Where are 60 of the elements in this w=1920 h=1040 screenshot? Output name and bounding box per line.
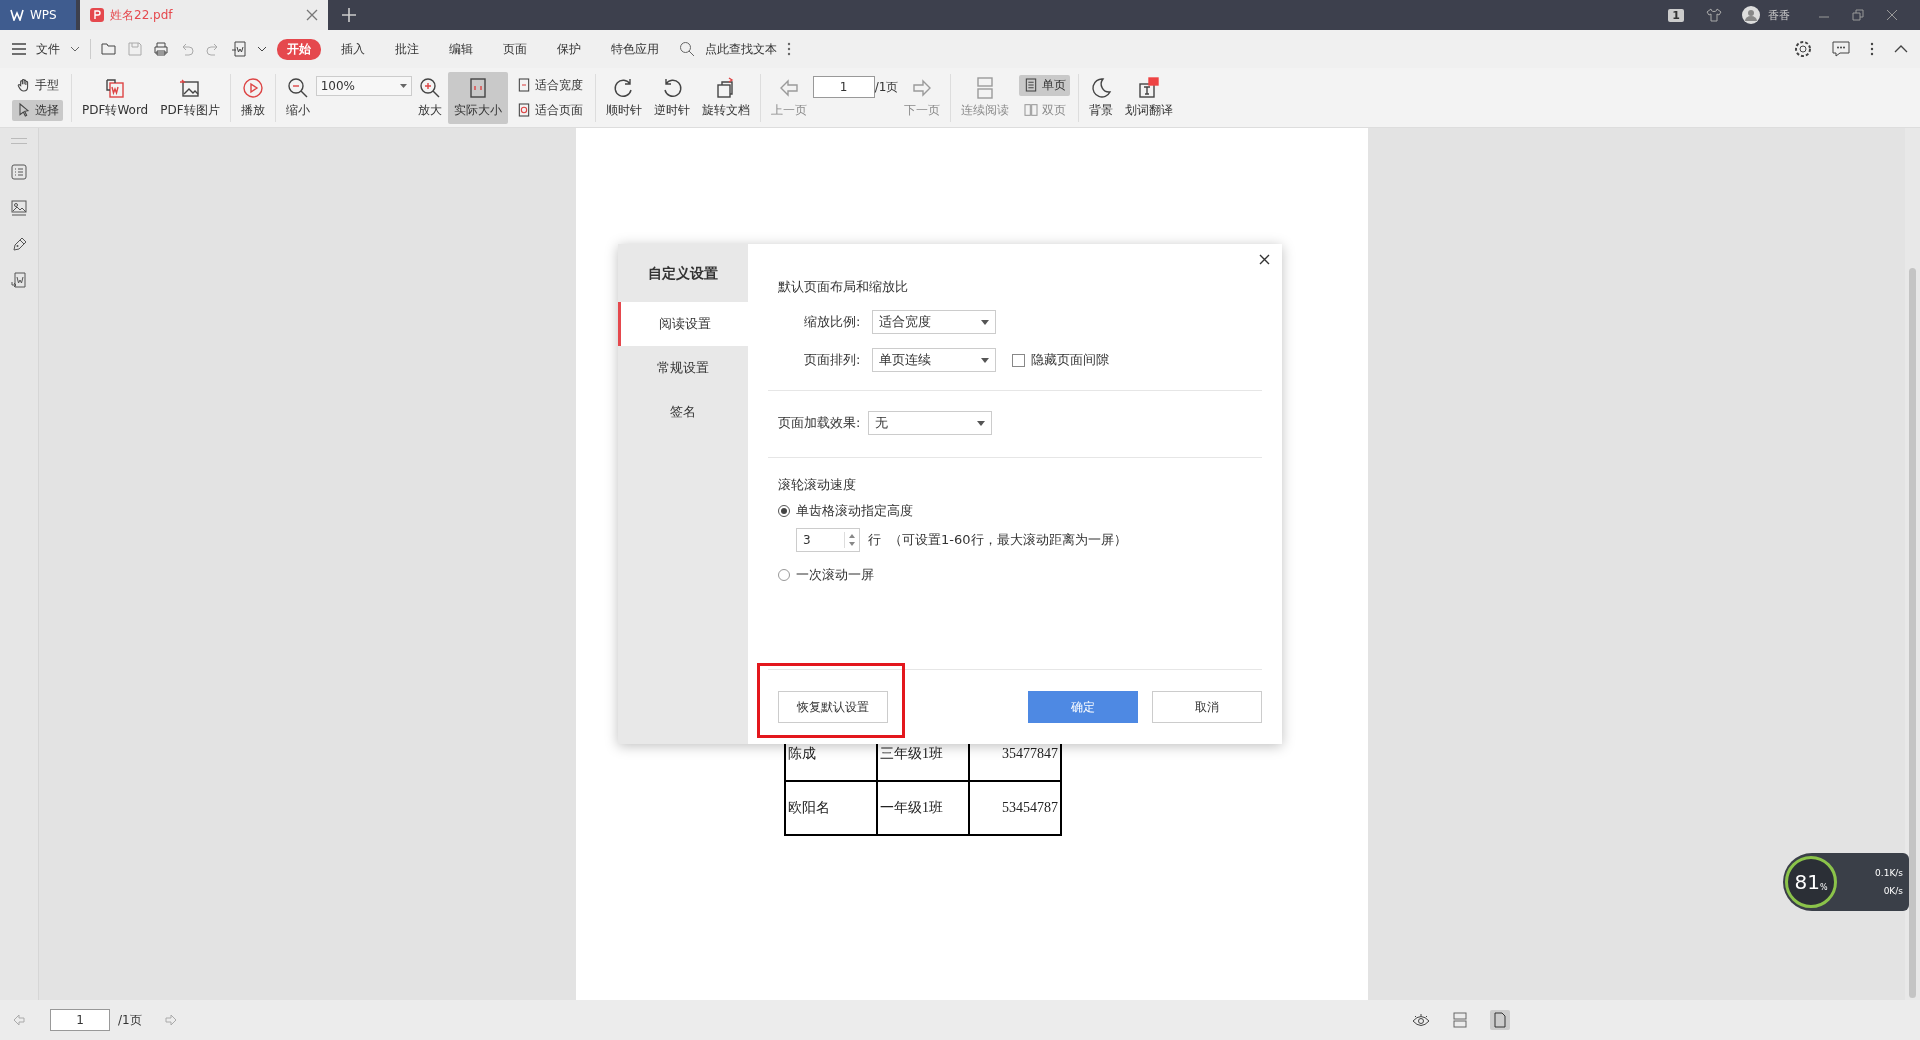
radio-label[interactable]: 单齿格滚动指定高度 [796, 502, 913, 520]
lines-spinbox[interactable]: 3 [796, 528, 860, 552]
toolbar-button[interactable]: 适合宽度 [511, 74, 587, 96]
toolbar-button[interactable]: 播放 [234, 71, 271, 124]
ribbon-tab[interactable]: 开始 [277, 38, 321, 60]
document-tab[interactable]: WPS [0, 0, 76, 30]
toolbar-button[interactable]: 旋转文档 [695, 71, 756, 124]
dialog-title: 自定义设置 [647, 264, 719, 283]
page-number-field[interactable]: 1 [50, 1009, 110, 1031]
ribbon-tab[interactable]: 保护 [547, 38, 591, 60]
page-total: /1页 [118, 1011, 142, 1029]
ribbon-tab[interactable]: 页面 [493, 38, 537, 60]
checkbox-label[interactable]: 隐藏页面间隙 [1031, 351, 1110, 369]
toolbar-button[interactable]: 缩小 [279, 71, 316, 124]
toolbar-button[interactable]: PDF转Word [76, 71, 155, 124]
toolbar-button[interactable]: 背景 [1083, 71, 1120, 124]
page-number-field[interactable]: 1 [812, 76, 875, 98]
ribbon-tab[interactable]: 插入 [331, 38, 375, 60]
toolbar-button[interactable]: 逆时针 [647, 71, 696, 124]
toolbar-button[interactable]: 放大 [411, 71, 448, 124]
toolbar-button[interactable]: 划词翻译 [1119, 71, 1180, 124]
toolbar-button[interactable]: PDF转图片 [154, 71, 226, 124]
ribbon-tab[interactable]: 编辑 [439, 38, 483, 60]
radio-label[interactable]: 一次滚动一屏 [796, 566, 874, 584]
restore-defaults-button[interactable]: 恢复默认设置 [778, 691, 888, 723]
user-name[interactable]: 香香 [1768, 7, 1790, 23]
settings-nav-item[interactable]: 常规设置 [618, 346, 748, 390]
ribbon-tab[interactable]: 批注 [385, 38, 429, 60]
table-cell: 53454787 [969, 781, 1061, 835]
page-total: /1页 [874, 78, 899, 96]
file-menu[interactable]: 文件 [36, 40, 60, 58]
table-cell: 欧阳名 [785, 781, 877, 835]
field-label: 页面加载效果: [778, 414, 861, 432]
upload-rate: 0.1K/s [1875, 868, 1903, 878]
zoom-dropdown[interactable]: 100% [315, 76, 412, 96]
ribbon-tab[interactable]: 特色应用 [601, 38, 669, 60]
layout-dropdown[interactable]: 单页连续 [872, 348, 997, 372]
settings-nav-item[interactable]: 阅读设置 [618, 302, 748, 346]
cancel-button[interactable]: 取消 [1152, 691, 1262, 723]
toolbar-button[interactable]: 适合页面 [511, 99, 587, 121]
section-title: 滚轮滚动速度 [778, 476, 857, 494]
download-rate: 0K/s [1883, 886, 1903, 896]
search-field[interactable]: 点此查找文本 [705, 40, 777, 58]
toolbar-button[interactable]: 顺时针 [599, 71, 648, 124]
settings-nav-item[interactable]: 签名 [618, 390, 748, 434]
field-label: 缩放比例: [804, 313, 861, 331]
load-effect-dropdown[interactable]: 无 [868, 411, 993, 435]
percent-unit: % [1819, 882, 1828, 892]
zoom-dropdown[interactable]: 适合宽度 [872, 310, 997, 334]
percent-value: 81 [1794, 870, 1820, 894]
section-title: 默认页面布局和缩放比 [778, 278, 909, 296]
toolbar-button[interactable]: 手型 [12, 74, 63, 96]
unit-label: 行 [868, 531, 881, 549]
toolbar-button[interactable]: 选择 [12, 99, 63, 121]
toolbar-button[interactable]: 单页 [1019, 74, 1071, 96]
window-count-badge[interactable]: 1 [1668, 8, 1684, 22]
field-label: 页面排列: [804, 351, 861, 369]
table-cell: 一年级1班 [877, 781, 969, 835]
hint-text: （可设置1-60行，最大滚动距离为一屏） [889, 531, 1127, 549]
toolbar-button[interactable]: 实际大小 [447, 71, 508, 124]
